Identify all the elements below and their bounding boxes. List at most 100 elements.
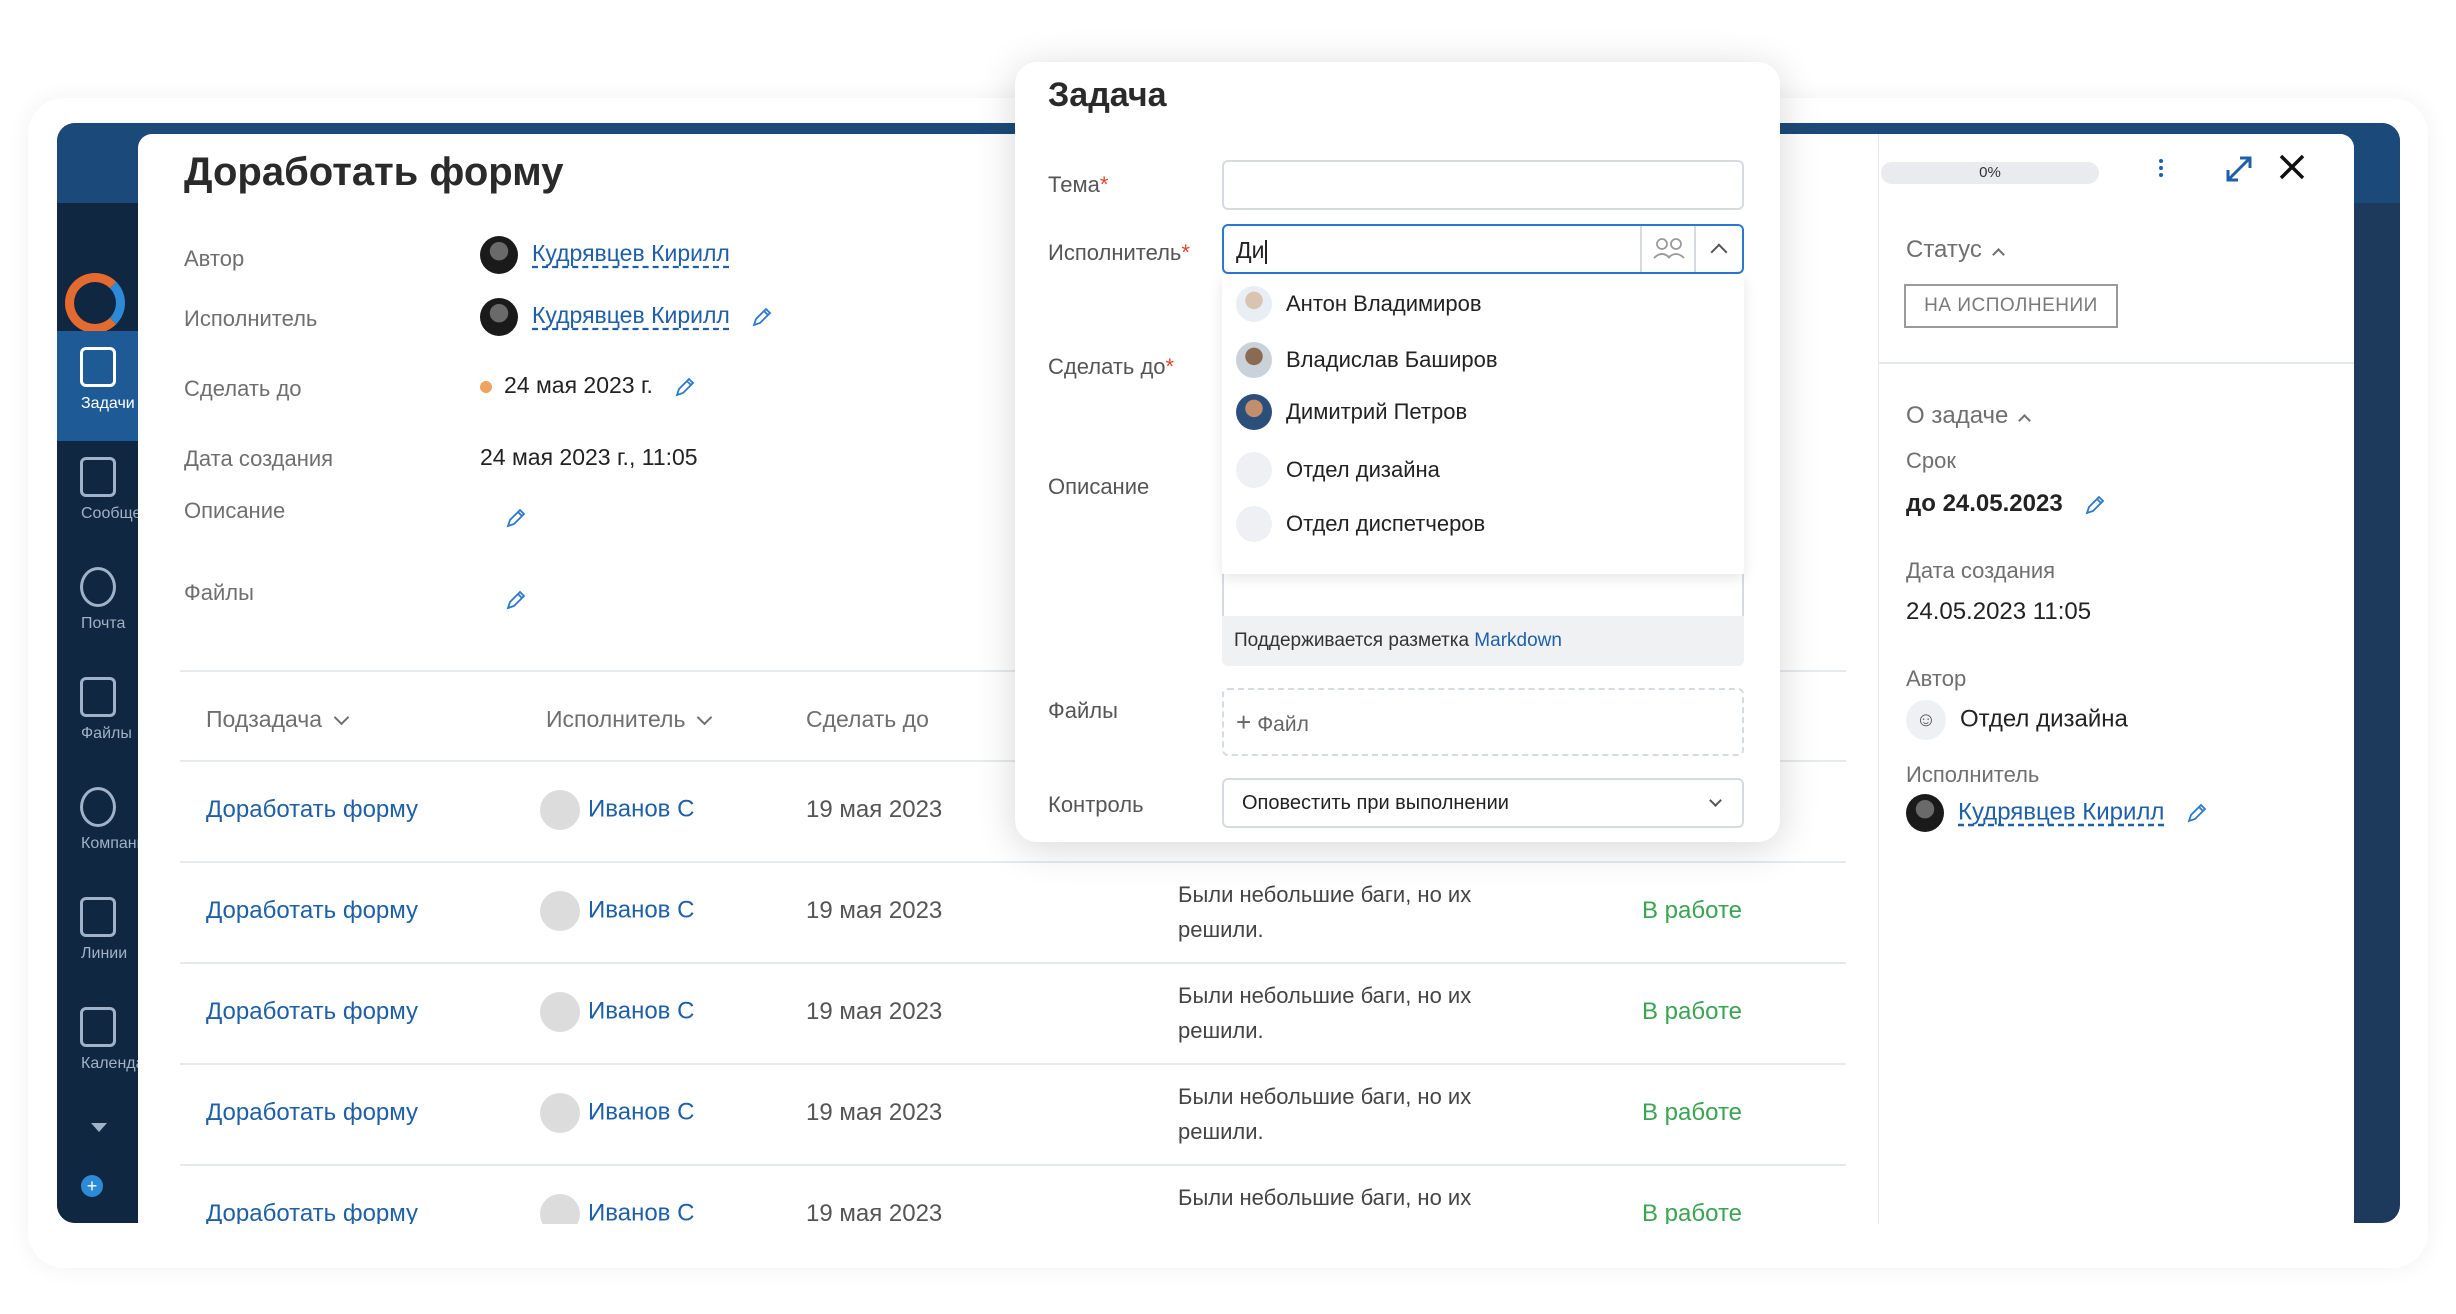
nav-item-lines[interactable]: Линии — [57, 881, 139, 991]
control-select[interactable]: Оповестить при выполнении — [1222, 778, 1744, 828]
speech-icon — [80, 897, 116, 937]
pencil-icon[interactable] — [504, 588, 528, 612]
subtask-assignee[interactable]: Иванов С — [540, 790, 694, 830]
nav-item-files[interactable]: Файлы — [57, 661, 139, 771]
subtask-assignee[interactable]: Иванов С — [540, 1093, 694, 1133]
close-icon[interactable] — [2273, 148, 2311, 186]
files-label: Файлы — [184, 580, 254, 605]
left-nav: Задачи Сообщения Почта Файлы Компании Ли… — [57, 203, 139, 1223]
chevron-down-icon — [333, 709, 350, 726]
assignee-value: Кудрявцев Кирилл — [1906, 794, 2209, 832]
avatar — [540, 1093, 580, 1133]
suggestion-item[interactable]: Димитрий Петров — [1236, 394, 1467, 430]
column-header-subtask[interactable]: Подзадача — [206, 706, 350, 733]
subtask-link[interactable]: Доработать форму — [206, 1099, 418, 1127]
chevron-down-icon[interactable] — [91, 1123, 107, 1132]
column-header-due[interactable]: Сделать до — [806, 706, 929, 733]
chevron-up-icon — [2018, 414, 2032, 427]
pencil-icon[interactable] — [750, 305, 774, 329]
group-select-icon[interactable] — [1640, 226, 1694, 272]
status-badge: В работе — [1642, 1099, 1743, 1126]
assignee-link[interactable]: Кудрявцев Кирилл — [1958, 798, 2164, 825]
expand-icon[interactable] — [2222, 152, 2256, 186]
calendar-icon — [80, 1007, 116, 1047]
topic-label: Тема* — [1048, 172, 1109, 197]
nav-label: Почта — [81, 615, 126, 632]
status-section-toggle[interactable]: Статус — [1906, 236, 2005, 264]
topic-input[interactable] — [1222, 160, 1744, 210]
assignee-label: Исполнитель — [184, 306, 318, 331]
nav-item-mail[interactable]: Почта — [57, 551, 139, 661]
people-icon — [80, 787, 116, 827]
subtask-assignee[interactable]: Иванов С — [540, 1194, 694, 1224]
nav-label: Задачи — [81, 395, 135, 412]
description-label: Описание — [1048, 474, 1150, 499]
subtask-assignee[interactable]: Иванов С — [540, 891, 694, 931]
table-row[interactable]: Доработать форму Иванов С 19 мая 2023 Бы… — [180, 861, 1846, 962]
description-textarea[interactable] — [1222, 574, 1744, 618]
pencil-icon[interactable] — [673, 375, 697, 399]
nav-item-calendar[interactable]: Календарь — [57, 991, 139, 1101]
subtask-due: 19 мая 2023 — [806, 796, 943, 823]
assignee-input[interactable]: Ди — [1222, 224, 1744, 274]
add-file-button[interactable]: + Файл — [1222, 688, 1744, 756]
add-icon[interactable]: + — [81, 1175, 103, 1197]
column-header-assignee[interactable]: Исполнитель — [546, 706, 713, 733]
subtask-description: Были небольшие баги, но их — [1178, 1185, 1472, 1210]
author-link[interactable]: Кудрявцев Кирилл — [532, 240, 730, 266]
status-badge: В работе — [1642, 897, 1743, 924]
page-title: Доработать форму — [184, 150, 564, 194]
assignee-link[interactable]: Кудрявцев Кирилл — [532, 302, 730, 328]
subtask-due: 19 мая 2023 — [806, 1200, 943, 1224]
suggestion-item[interactable]: Отдел диспетчеров — [1236, 506, 1485, 542]
chevron-down-icon — [697, 709, 713, 726]
at-icon — [80, 567, 116, 607]
nav-item-companies[interactable]: Компании — [57, 771, 139, 881]
chevron-up-icon — [1992, 248, 2005, 261]
subtask-link[interactable]: Доработать форму — [206, 897, 418, 925]
assignee-label: Исполнитель — [1906, 762, 2040, 787]
group-icon — [1236, 452, 1272, 488]
table-row[interactable]: Доработать форму Иванов С 19 мая 2023 Бы… — [180, 1164, 1846, 1224]
avatar — [480, 236, 518, 274]
subtask-link[interactable]: Доработать форму — [206, 796, 418, 824]
avatar — [1906, 794, 1944, 832]
due-date: 24 мая 2023 г. — [504, 372, 653, 398]
avatar — [540, 992, 580, 1032]
subtask-assignee[interactable]: Иванов С — [540, 992, 694, 1032]
chevron-up-icon[interactable] — [1694, 226, 1742, 272]
subtask-description: Были небольшие баги, но их решили. — [1178, 882, 1472, 942]
suggestion-item[interactable]: Антон Владимиров — [1236, 286, 1482, 322]
deadline-value: до 24.05.2023 — [1906, 490, 2107, 518]
created-label: Дата создания — [184, 446, 334, 471]
pencil-icon[interactable] — [2083, 493, 2107, 517]
files-label: Файлы — [1048, 698, 1118, 723]
assignee-query: Ди — [1236, 237, 1268, 264]
deadline-label: Срок — [1906, 448, 1956, 473]
clipboard-icon — [80, 347, 116, 387]
pencil-icon[interactable] — [2185, 801, 2209, 825]
suggestion-item[interactable]: Владислав Баширов — [1236, 342, 1498, 378]
table-row[interactable]: Доработать форму Иванов С 19 мая 2023 Бы… — [180, 962, 1846, 1063]
about-section-toggle[interactable]: О задаче — [1906, 402, 2032, 430]
control-label: Контроль — [1048, 792, 1144, 817]
more-icon[interactable] — [2156, 156, 2166, 186]
nav-label: Компании — [81, 835, 139, 852]
subtask-link[interactable]: Доработать форму — [206, 998, 418, 1026]
table-row[interactable]: Доработать форму Иванов С 19 мая 2023 Бы… — [180, 1063, 1846, 1164]
pencil-icon[interactable] — [504, 506, 528, 530]
nav-item-tasks[interactable]: Задачи — [57, 331, 139, 441]
assignee-label: Исполнитель* — [1048, 240, 1190, 265]
nav-label: Файлы — [81, 725, 132, 742]
created-value: 24 мая 2023 г., 11:05 — [480, 444, 698, 470]
suggestion-item[interactable]: Отдел дизайна — [1236, 452, 1440, 488]
nav-item-messages[interactable]: Сообщения — [57, 441, 139, 551]
avatar — [480, 298, 518, 336]
avatar — [540, 790, 580, 830]
markdown-link[interactable]: Markdown — [1474, 630, 1562, 651]
chevron-down-icon — [1709, 794, 1722, 807]
assignee-value: Кудрявцев Кирилл — [480, 298, 774, 336]
subtask-link[interactable]: Доработать форму — [206, 1200, 418, 1224]
avatar — [540, 891, 580, 931]
status-badge[interactable]: НА ИСПОЛНЕНИИ — [1904, 284, 2118, 328]
